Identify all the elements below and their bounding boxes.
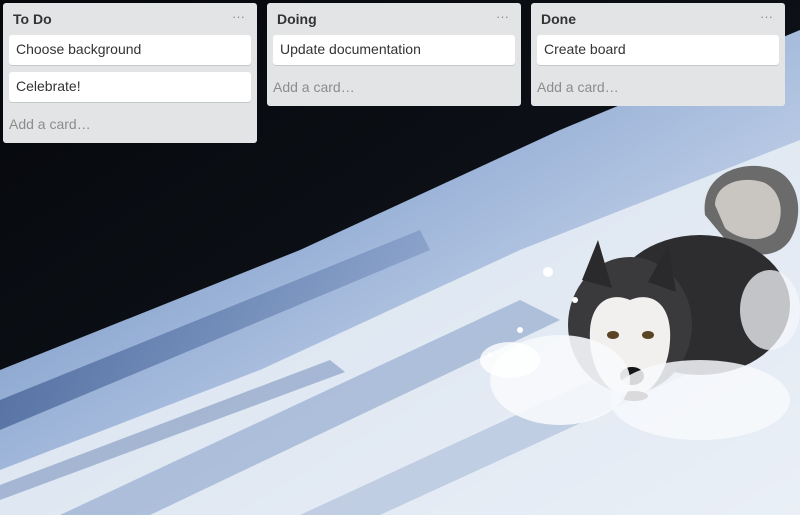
ellipsis-icon[interactable]: ··· <box>760 9 773 24</box>
list-title[interactable]: To Do <box>13 11 52 27</box>
ellipsis-icon[interactable]: ··· <box>232 9 245 24</box>
list-doing: Doing ··· Update documentation Add a car… <box>267 3 521 106</box>
ellipsis-icon[interactable]: ··· <box>496 9 509 24</box>
card-update-documentation[interactable]: Update documentation <box>273 35 515 65</box>
card-create-board[interactable]: Create board <box>537 35 779 65</box>
card-celebrate[interactable]: Celebrate! <box>9 72 251 102</box>
add-card-button[interactable]: Add a card… <box>273 72 515 100</box>
list-header: Doing ··· <box>273 3 515 35</box>
add-card-button[interactable]: Add a card… <box>9 109 251 137</box>
list-header: To Do ··· <box>9 3 251 35</box>
list-header: Done ··· <box>537 3 779 35</box>
list-title[interactable]: Doing <box>277 11 317 27</box>
card-choose-background[interactable]: Choose background <box>9 35 251 65</box>
list-done: Done ··· Create board Add a card… <box>531 3 785 106</box>
board: To Do ··· Choose background Celebrate! A… <box>0 0 800 515</box>
list-to-do: To Do ··· Choose background Celebrate! A… <box>3 3 257 143</box>
add-card-button[interactable]: Add a card… <box>537 72 779 100</box>
list-title[interactable]: Done <box>541 11 576 27</box>
